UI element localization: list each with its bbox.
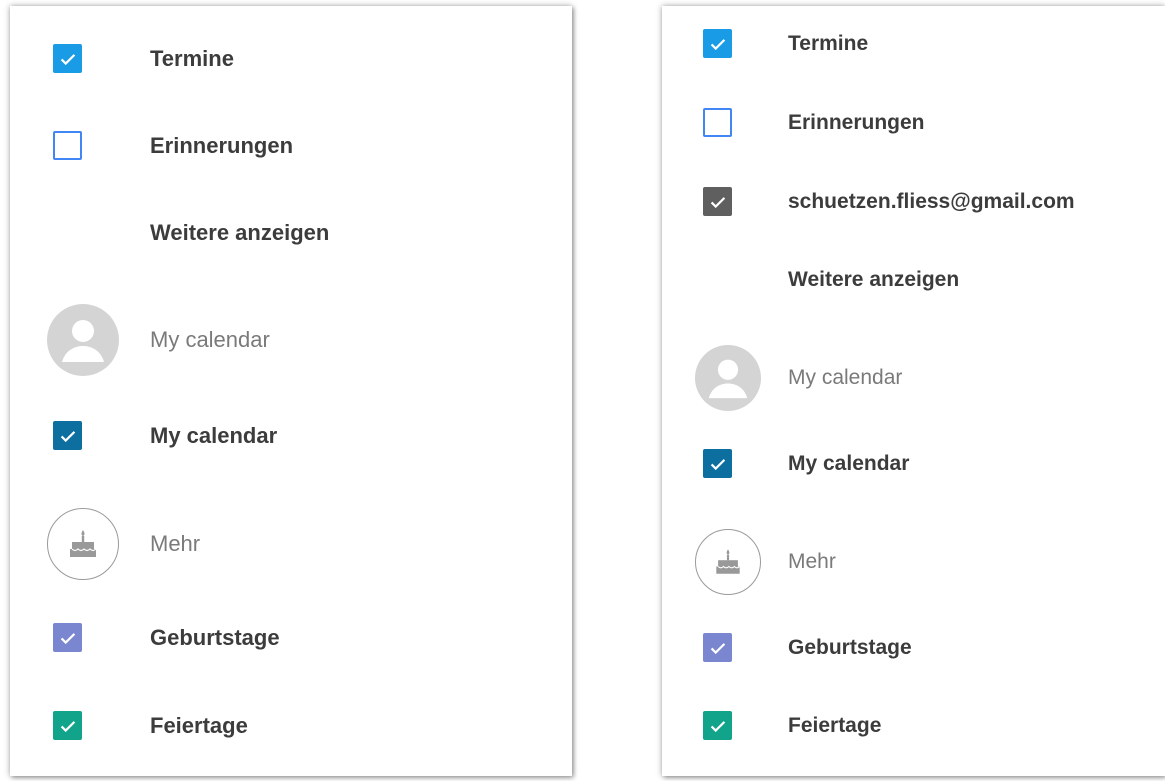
calendar-row-feiertage[interactable]: Feiertage [662, 711, 1165, 740]
more-header-row: Mehr [10, 508, 572, 580]
checkbox-checked-icon[interactable] [703, 29, 732, 58]
account-name: My calendar [150, 327, 270, 352]
checkbox-checked-icon[interactable] [703, 449, 732, 478]
calendar-row-account[interactable]: schuetzen.fliess@gmail.com [662, 187, 1165, 216]
calendar-list-panel-right: Termine Erinnerungen schuetzen.fliess@gm… [662, 6, 1165, 776]
more-header-label: Mehr [150, 531, 201, 556]
calendar-label-geburtstage: Geburtstage [150, 625, 280, 650]
avatar-icon [47, 304, 119, 376]
calendar-row-erinnerungen[interactable]: Erinnerungen [662, 108, 1165, 137]
show-more-row[interactable]: Weitere anzeigen [662, 268, 1165, 291]
show-more-link[interactable]: Weitere anzeigen [788, 267, 959, 293]
calendar-list-panel-left: Termine Erinnerungen Weitere anzeigen My… [10, 6, 572, 776]
checkbox-checked-icon[interactable] [53, 44, 82, 73]
show-more-link[interactable]: Weitere anzeigen [150, 220, 329, 246]
checkbox-checked-icon[interactable] [703, 711, 732, 740]
calendar-label-erinnerungen: Erinnerungen [788, 111, 925, 134]
checkbox-checked-icon[interactable] [53, 711, 82, 740]
calendar-row-my-calendar[interactable]: My calendar [662, 449, 1165, 478]
calendar-row-termine[interactable]: Termine [10, 44, 572, 73]
calendar-label-my-calendar: My calendar [150, 423, 278, 448]
avatar-icon [695, 345, 761, 411]
more-header-label: Mehr [788, 550, 836, 573]
account-header-row: My calendar [662, 345, 1165, 411]
calendar-label-feiertage: Feiertage [788, 714, 882, 737]
checkbox-checked-icon[interactable] [703, 187, 732, 216]
checkbox-unchecked-icon[interactable] [703, 108, 732, 137]
birthday-cake-icon [47, 508, 119, 580]
calendar-row-geburtstage[interactable]: Geburtstage [662, 633, 1165, 662]
calendar-row-feiertage[interactable]: Feiertage [10, 711, 572, 740]
calendar-row-my-calendar[interactable]: My calendar [10, 421, 572, 450]
checkbox-checked-icon[interactable] [53, 623, 82, 652]
checkbox-checked-icon[interactable] [53, 421, 82, 450]
calendar-label-account: schuetzen.fliess@gmail.com [788, 190, 1075, 213]
calendar-row-termine[interactable]: Termine [662, 29, 1165, 58]
calendar-row-erinnerungen[interactable]: Erinnerungen [10, 131, 572, 160]
calendar-label-termine: Termine [150, 46, 234, 71]
calendar-label-erinnerungen: Erinnerungen [150, 133, 294, 158]
account-header-row: My calendar [10, 304, 572, 376]
calendar-label-feiertage: Feiertage [150, 713, 248, 738]
calendar-label-geburtstage: Geburtstage [788, 636, 912, 659]
show-more-row[interactable]: Weitere anzeigen [10, 220, 572, 245]
calendar-label-termine: Termine [788, 32, 869, 55]
account-name: My calendar [788, 366, 903, 389]
more-header-row: Mehr [662, 529, 1165, 595]
checkbox-unchecked-icon[interactable] [53, 131, 82, 160]
calendar-label-my-calendar: My calendar [788, 452, 910, 475]
checkbox-checked-icon[interactable] [703, 633, 732, 662]
calendar-row-geburtstage[interactable]: Geburtstage [10, 623, 572, 652]
birthday-cake-icon [695, 529, 761, 595]
